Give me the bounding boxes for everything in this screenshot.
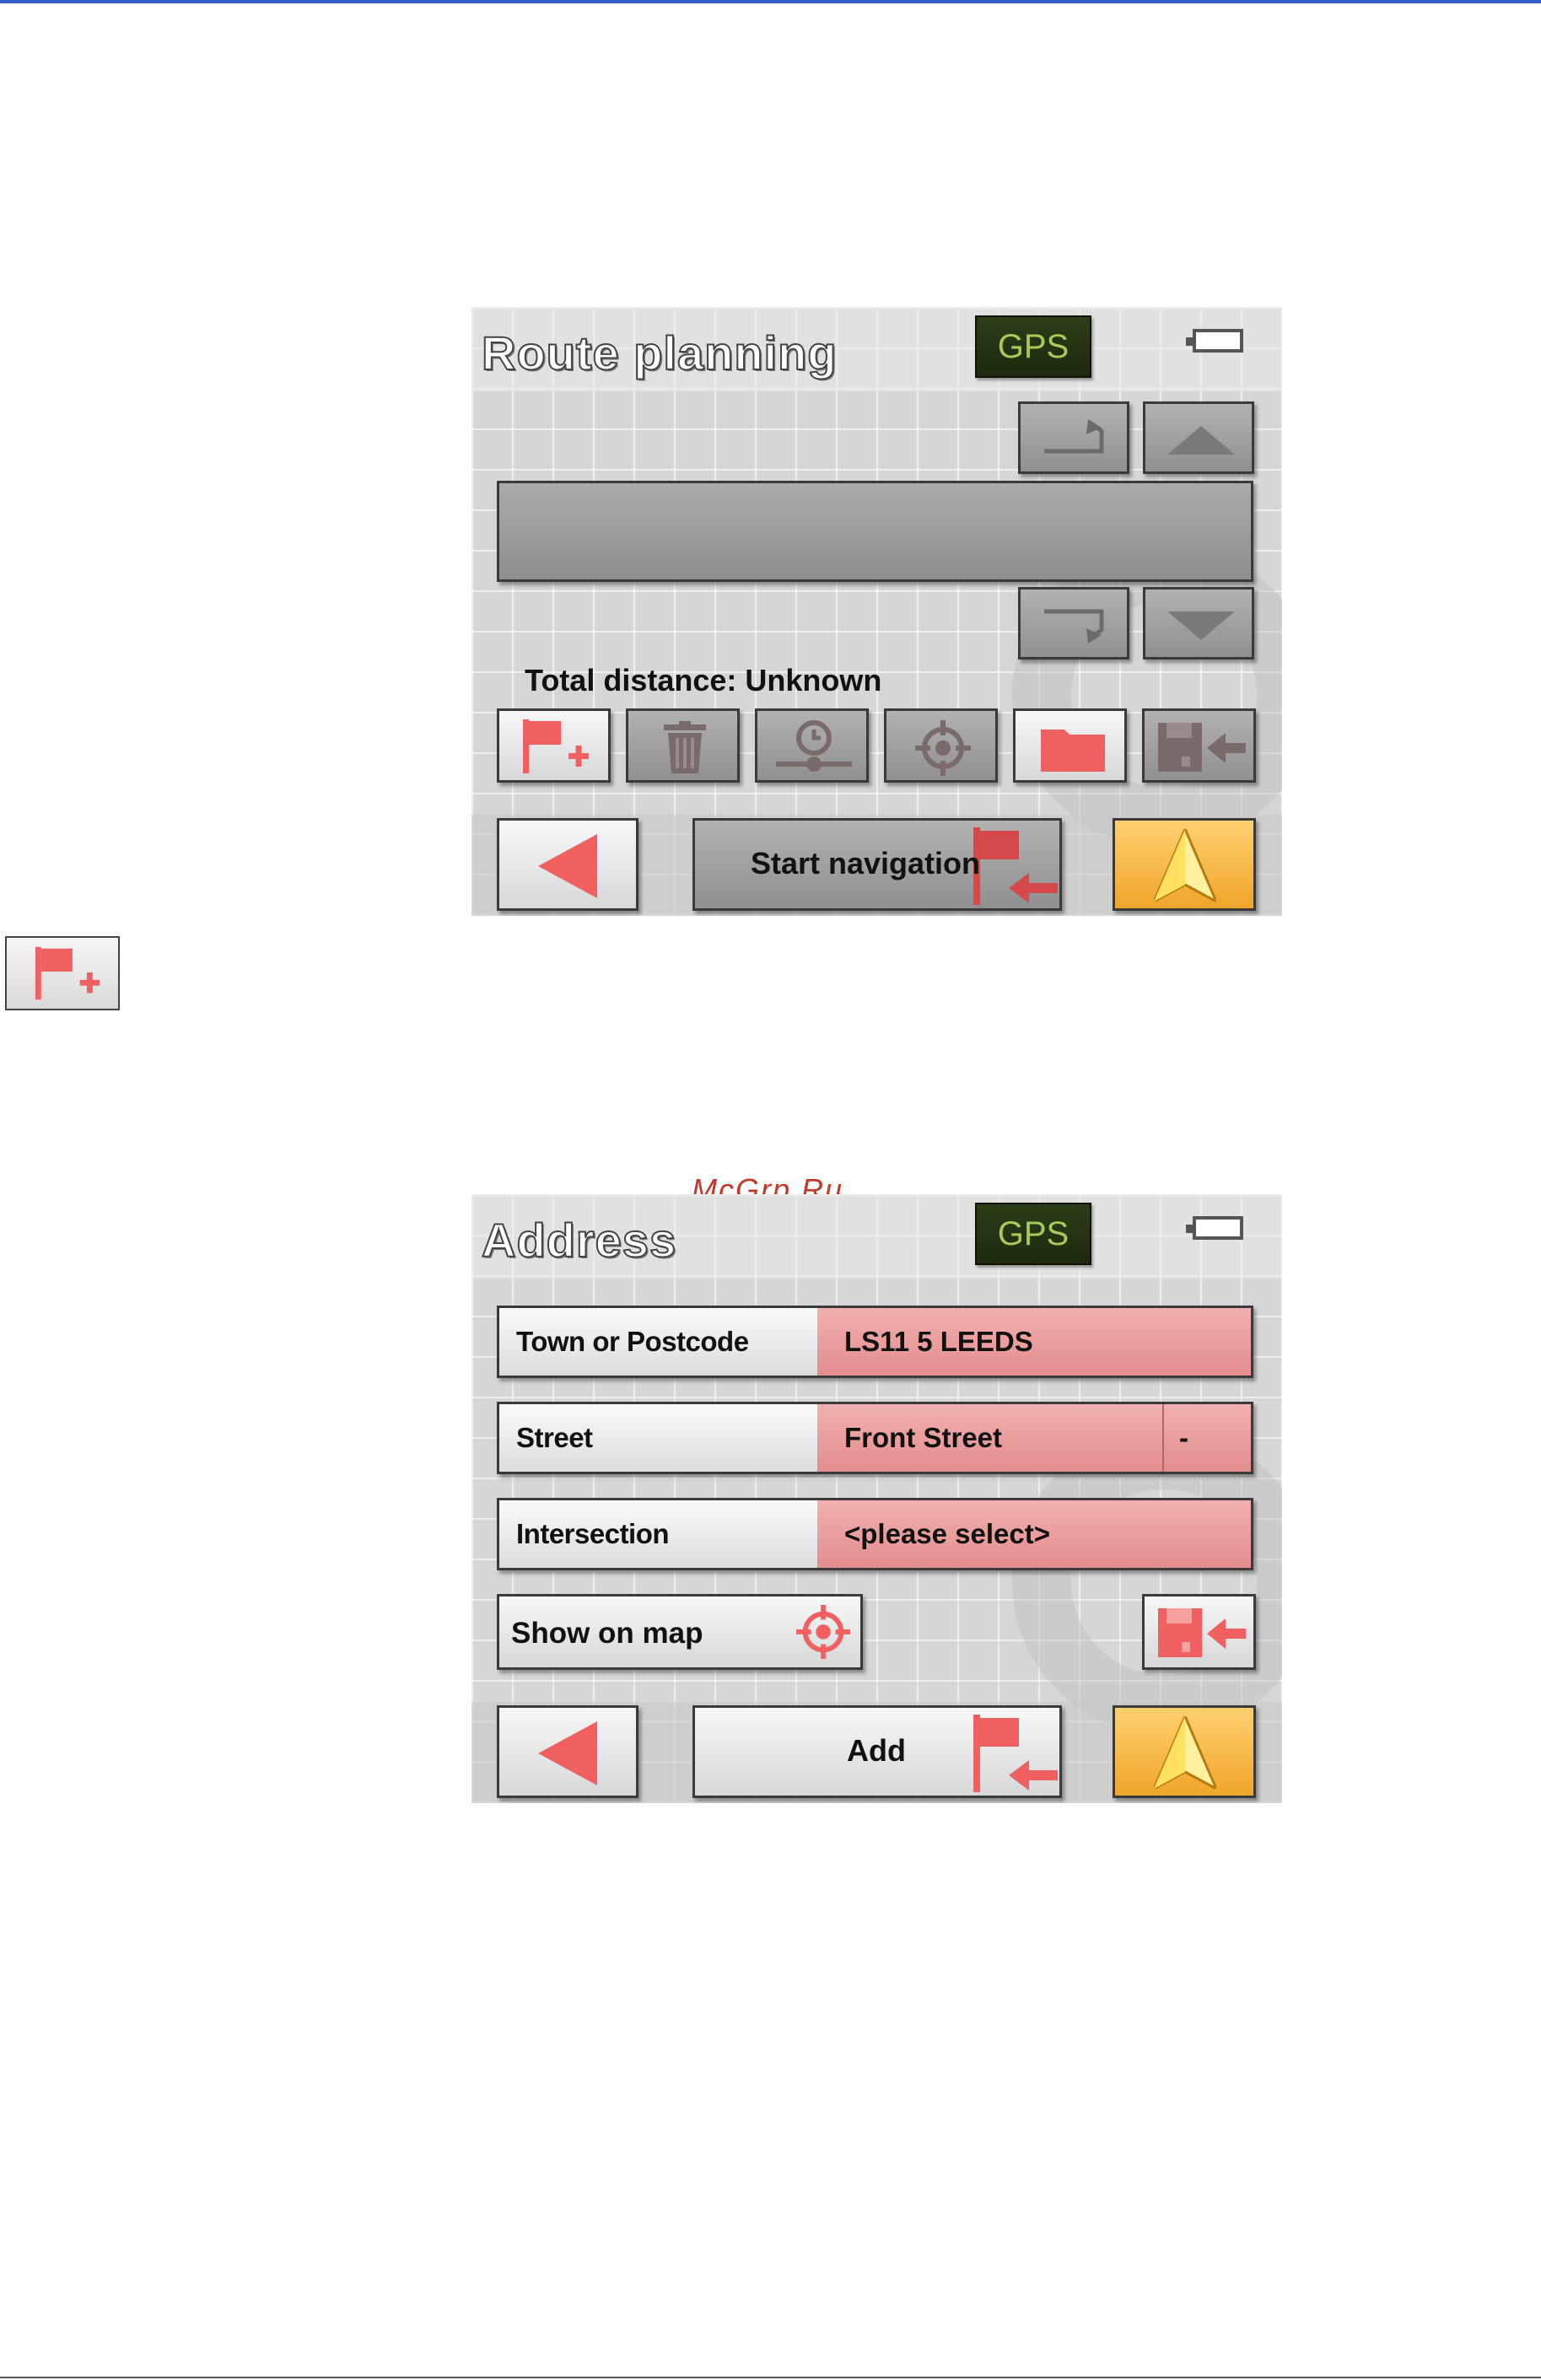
field-label: Town or Postcode	[516, 1326, 749, 1357]
total-distance: Total distance: Unknown	[525, 663, 882, 697]
start-navigation-button[interactable]: Start navigation	[692, 818, 1062, 911]
scroll-down-icon	[1167, 611, 1235, 640]
redo-button[interactable]	[1018, 587, 1129, 660]
field-label: Intersection	[516, 1518, 670, 1549]
back-button[interactable]	[497, 1705, 638, 1798]
save-icon	[1158, 723, 1246, 772]
add-waypoint-icon-standalone	[5, 936, 120, 1010]
top-rule	[0, 0, 1541, 3]
field-label: Street	[516, 1422, 593, 1453]
show-on-map-label: Show on map	[511, 1617, 703, 1650]
scroll-up-icon	[1167, 426, 1235, 455]
folder-icon	[1041, 730, 1105, 772]
intersection-field[interactable]: Intersection <please select>	[497, 1498, 1253, 1570]
navigation-button[interactable]	[1113, 818, 1256, 911]
navigation-button[interactable]	[1113, 1705, 1256, 1798]
street-field[interactable]: Street Front Street -	[497, 1402, 1253, 1474]
crosshair-icon	[796, 1605, 850, 1659]
screen-title: Address	[481, 1213, 677, 1268]
crosshair-icon	[915, 720, 971, 776]
back-arrow-icon	[538, 1721, 597, 1785]
delete-button[interactable]	[626, 708, 740, 783]
show-on-map-button[interactable]	[884, 708, 998, 783]
redo-icon	[1044, 609, 1104, 643]
show-on-map-button[interactable]: Show on map	[497, 1594, 863, 1670]
scroll-down-button[interactable]	[1143, 587, 1254, 660]
add-label: Add	[847, 1733, 906, 1768]
add-button[interactable]: Add	[692, 1705, 1062, 1798]
house-number-value[interactable]: -	[1179, 1404, 1188, 1472]
undo-button[interactable]	[1018, 401, 1129, 474]
back-arrow-icon	[538, 834, 597, 898]
options-icon	[776, 720, 852, 772]
scroll-up-button[interactable]	[1143, 401, 1254, 474]
navigation-arrow-icon	[1154, 1716, 1216, 1789]
add-waypoint-icon	[35, 946, 100, 1000]
route-options-button[interactable]	[755, 708, 869, 783]
undo-icon	[1044, 419, 1104, 454]
divider	[1162, 1404, 1164, 1472]
add-waypoint-icon	[523, 719, 589, 773]
delete-icon	[664, 721, 706, 773]
field-value[interactable]: <please select>	[817, 1500, 1251, 1568]
battery-icon	[1186, 1216, 1243, 1240]
address-screen: Address GPS Town or Postcode LS11 5 LEED…	[471, 1194, 1282, 1803]
town-or-postcode-field[interactable]: Town or Postcode LS11 5 LEEDS	[497, 1306, 1253, 1378]
intersection-value: <please select>	[844, 1518, 1051, 1549]
route-planning-screen: Route planning GPS Total distance: Unkno…	[471, 307, 1282, 916]
start-navigation-label: Start navigation	[751, 846, 981, 880]
battery-icon	[1186, 329, 1243, 353]
route-point-list[interactable]	[497, 481, 1253, 582]
bottom-rule	[0, 2377, 1541, 2378]
screen-title: Route planning	[481, 326, 838, 380]
save-icon	[1158, 1608, 1246, 1657]
add-waypoint-button[interactable]	[497, 708, 611, 783]
gps-status-badge[interactable]: GPS	[975, 1203, 1091, 1265]
gps-status-badge[interactable]: GPS	[975, 315, 1091, 378]
town-value: LS11 5 LEEDS	[844, 1326, 1033, 1357]
save-address-button[interactable]	[1142, 1594, 1256, 1670]
back-button[interactable]	[497, 818, 638, 911]
load-route-button[interactable]	[1013, 708, 1127, 783]
flag-arrow-icon	[973, 1715, 1058, 1792]
navigation-arrow-icon	[1154, 829, 1216, 902]
save-route-button[interactable]	[1142, 708, 1256, 783]
background-logo	[1012, 1430, 1282, 1734]
field-value[interactable]: LS11 5 LEEDS	[817, 1308, 1251, 1376]
street-value: Front Street	[844, 1422, 1003, 1453]
flag-arrow-icon	[973, 827, 1058, 905]
